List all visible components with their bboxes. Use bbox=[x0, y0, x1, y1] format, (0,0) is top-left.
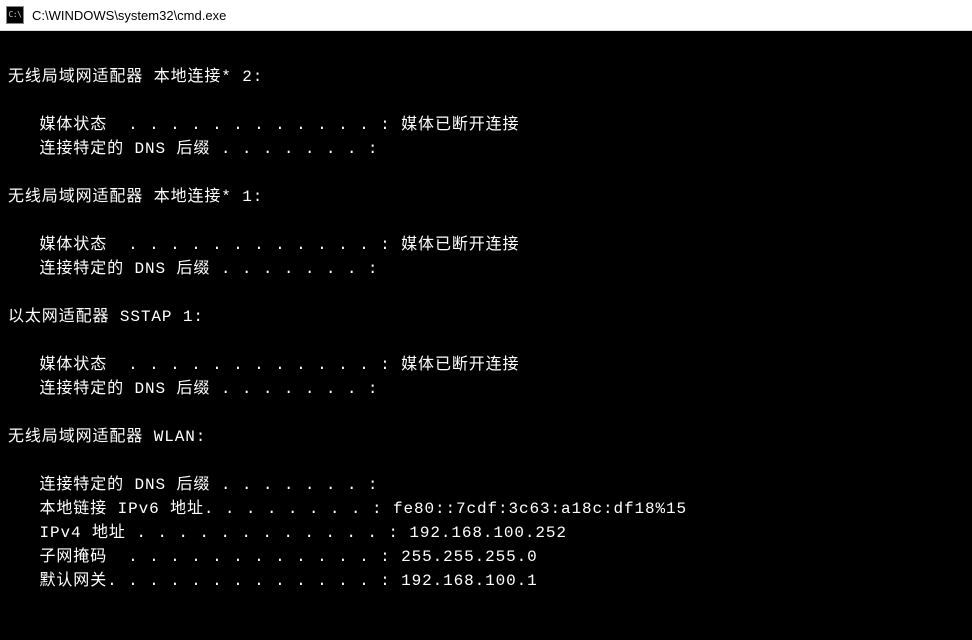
terminal-output[interactable]: 无线局域网适配器 本地连接* 2: 媒体状态 . . . . . . . . .… bbox=[0, 31, 972, 640]
cmd-window: C:\ C:\WINDOWS\system32\cmd.exe 无线局域网适配器… bbox=[0, 0, 972, 640]
titlebar[interactable]: C:\ C:\WINDOWS\system32\cmd.exe bbox=[0, 0, 972, 31]
window-title: C:\WINDOWS\system32\cmd.exe bbox=[32, 8, 226, 23]
cmd-icon: C:\ bbox=[6, 6, 24, 24]
